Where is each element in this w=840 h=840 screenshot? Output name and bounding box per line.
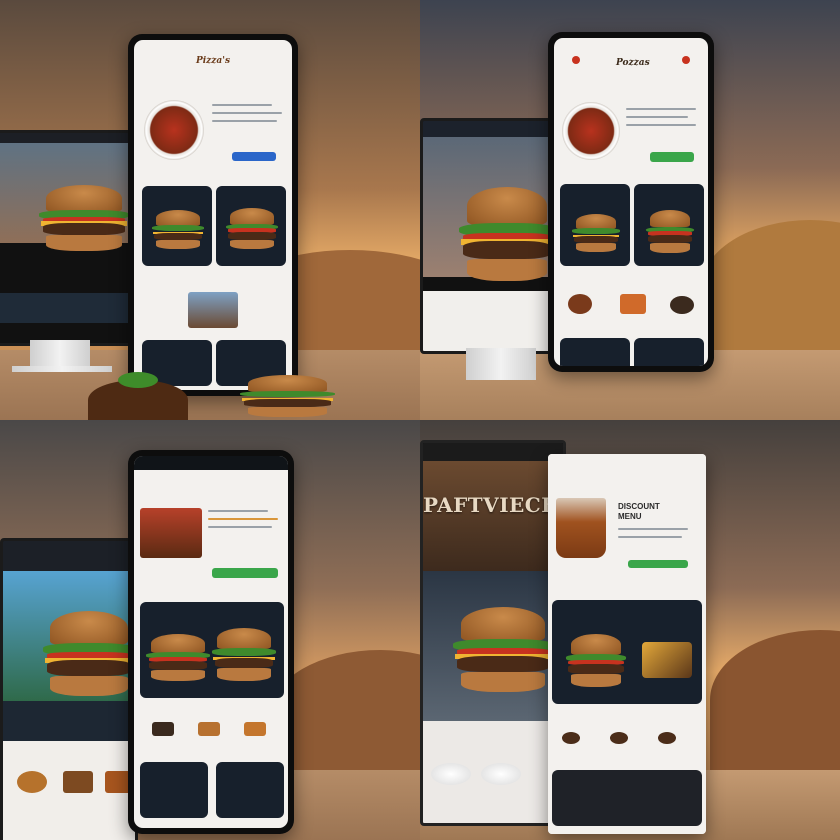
hero-headline: PAFTVIECEATEED bbox=[423, 493, 563, 517]
menu-card[interactable] bbox=[216, 762, 284, 818]
menu-card[interactable] bbox=[634, 184, 704, 266]
food-image bbox=[140, 508, 202, 558]
panel-2-mockup: Pozzas bbox=[420, 0, 840, 420]
food-bowl-image bbox=[562, 102, 620, 160]
phone-mockup: Pizza's bbox=[128, 34, 298, 396]
order-button[interactable] bbox=[212, 568, 278, 578]
menu-card[interactable] bbox=[560, 184, 630, 266]
brand-logo: Pizza's bbox=[196, 56, 231, 66]
menu-card[interactable] bbox=[140, 762, 208, 818]
mockup-collage: Pizza's Pozzas PAFTVIEC DISCOUNT MENU bbox=[0, 0, 840, 840]
menu-card[interactable] bbox=[216, 186, 286, 266]
brand-logo: Pozzas bbox=[616, 58, 650, 68]
order-button[interactable] bbox=[650, 152, 694, 162]
panel-3-mockup bbox=[0, 420, 420, 840]
burger-image bbox=[39, 185, 129, 255]
phone-mockup: Pozzas bbox=[548, 32, 714, 372]
featured-card[interactable] bbox=[552, 600, 702, 704]
order-button[interactable] bbox=[628, 560, 688, 568]
desktop-monitor bbox=[0, 538, 138, 840]
promo-subtitle: MENU bbox=[618, 512, 642, 521]
desktop-monitor bbox=[0, 130, 134, 346]
burger-image bbox=[43, 611, 135, 701]
phone-mockup bbox=[128, 450, 294, 834]
phone-mockup: DISCOUNT MENU bbox=[548, 454, 706, 834]
food-bowl-image bbox=[144, 100, 204, 160]
desktop-monitor: PAFTVIECEATEED bbox=[420, 440, 566, 826]
order-button[interactable] bbox=[232, 152, 276, 161]
menu-card[interactable] bbox=[142, 186, 212, 266]
menu-card[interactable] bbox=[560, 338, 630, 366]
burger-image bbox=[453, 607, 553, 697]
menu-card[interactable] bbox=[634, 338, 704, 366]
burger-image bbox=[459, 187, 555, 287]
burger-image bbox=[240, 375, 335, 420]
panel-1-mockup: Pizza's bbox=[0, 0, 420, 420]
featured-card[interactable] bbox=[140, 602, 284, 698]
desktop-monitor bbox=[420, 118, 560, 354]
menu-card[interactable] bbox=[552, 770, 702, 826]
promo-title: DISCOUNT bbox=[618, 502, 660, 511]
panel-4-mockup: PAFTVIECEATEED DISCOUNT MENU bbox=[420, 420, 840, 840]
drink-cup-image bbox=[556, 498, 606, 558]
